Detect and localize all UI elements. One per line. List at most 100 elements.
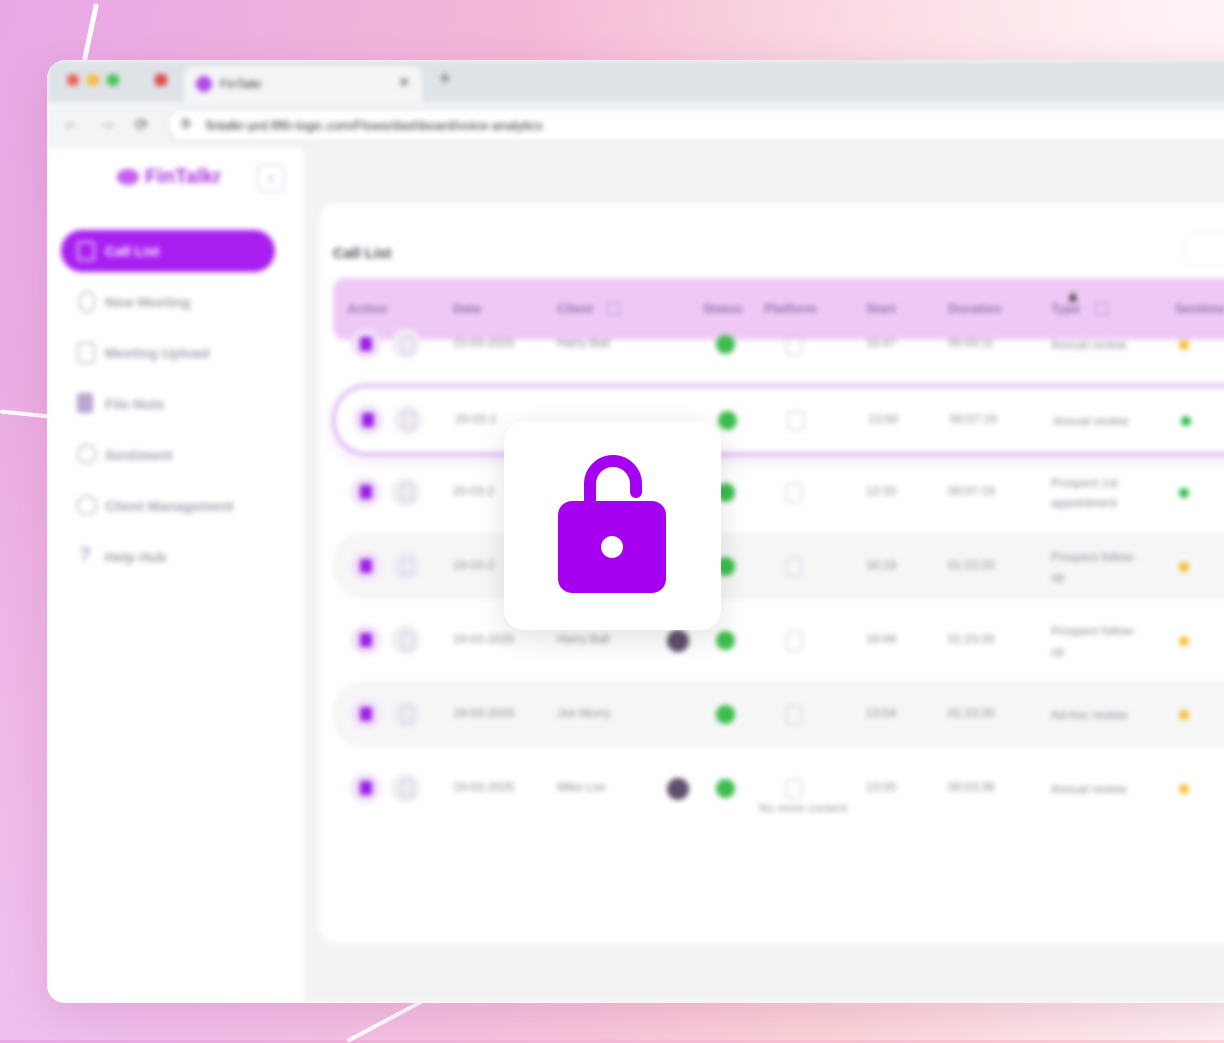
delete-button[interactable]	[391, 699, 421, 729]
file-note-button[interactable]	[351, 773, 381, 803]
sidebar-item-label: Sentiment	[105, 447, 173, 463]
search-input[interactable]	[1185, 233, 1224, 267]
cell-client[interactable]: Joe Murry	[557, 706, 610, 720]
url-text: fintalkr-prd.fifth-logic.com/Flows/dashb…	[206, 118, 543, 133]
cell-duration: 00:07:19	[948, 484, 995, 498]
file-note-button[interactable]	[351, 699, 381, 729]
delete-button[interactable]	[391, 625, 421, 655]
table-row[interactable]: 20-03-2 13:50 00:07:19 Annual review	[333, 385, 1224, 455]
cell-type: Prospect 1st appointment	[1051, 476, 1118, 510]
sidebar-item-label: File Note	[105, 396, 165, 412]
platform-icon	[786, 631, 802, 651]
cell-client[interactable]: Harry Ball	[557, 336, 610, 350]
sentiment-indicator	[1181, 416, 1191, 426]
sidebar-item-client-management[interactable]: Client Management	[61, 485, 275, 527]
table-row[interactable]: 19-03-2025 Harry Ball 16:09 01:23:20 Prospec…	[333, 607, 1224, 673]
call-list-card: Call List Action Date Client Status Plat…	[319, 203, 1224, 943]
delete-button[interactable]	[393, 405, 423, 435]
sidebar: FinTalkr ‹ Call List New Meeting Meeting…	[47, 148, 302, 1003]
sentiment-indicator	[1179, 340, 1189, 350]
fintalkr-favicon-icon	[196, 76, 212, 92]
sentiment-indicator	[1179, 710, 1189, 720]
cell-start: 13:50	[868, 412, 899, 426]
cell-duration: 01:23:20	[948, 632, 995, 646]
close-tab-icon[interactable]: ✕	[398, 74, 410, 91]
cell-date: 20-03-2	[455, 412, 497, 426]
file-note-icon	[360, 707, 372, 721]
cell-type: Prospect follow-up	[1051, 624, 1137, 658]
delete-button[interactable]	[391, 329, 421, 359]
file-note-button[interactable]	[351, 551, 381, 581]
sidebar-item-call-list[interactable]: Call List	[61, 230, 275, 272]
no-more-content-label: No more content	[758, 801, 848, 815]
cell-duration: 00:03:36	[948, 780, 995, 794]
trash-icon	[401, 484, 413, 501]
maximize-window-button[interactable]	[107, 74, 119, 86]
cell-duration: 01:23:20	[948, 558, 995, 572]
cell-date: 19-03-2025	[453, 632, 515, 646]
cell-date: 23-03-2025	[453, 336, 515, 350]
file-note-button[interactable]	[351, 625, 381, 655]
sidebar-item-label: Help Hub	[105, 549, 167, 565]
collapse-sidebar-button[interactable]: ‹	[257, 164, 285, 192]
sentiment-icon	[77, 444, 97, 464]
file-note-button[interactable]	[351, 329, 381, 359]
main-content: Call List Action Date Client Status Plat…	[305, 148, 1224, 1003]
pinned-tab-icon[interactable]	[155, 74, 167, 86]
trash-icon	[401, 558, 413, 575]
cell-start: 12:33	[866, 484, 897, 498]
platform-icon	[786, 557, 802, 577]
table-row[interactable]: 19-03-2 16:19 01:23:20 Prospect follow-up	[333, 533, 1224, 599]
delete-button[interactable]	[391, 477, 421, 507]
status-indicator	[716, 779, 735, 798]
platform-icon	[788, 411, 804, 431]
browser-tab-bar: FinTalkr ✕ +	[47, 60, 1224, 102]
back-icon[interactable]: ←	[63, 115, 79, 133]
cell-duration: 01:23:20	[948, 706, 995, 720]
minimize-window-button[interactable]	[87, 74, 99, 86]
delete-button[interactable]	[391, 773, 421, 803]
close-window-button[interactable]	[67, 74, 79, 86]
table-row[interactable]: 19-03-2025 Joe Murry 13:54 01:23:20 Ad-hoc r…	[333, 681, 1224, 747]
cell-client[interactable]: Mike Lee	[557, 780, 606, 794]
logo-icon	[117, 169, 139, 185]
site-info-icon[interactable]: ⚙	[180, 116, 192, 132]
logo-text: FinTalkr	[145, 166, 222, 188]
browser-tab[interactable]: FinTalkr ✕	[184, 66, 422, 102]
status-indicator	[716, 705, 735, 724]
document-upload-icon	[77, 342, 95, 364]
status-indicator	[716, 631, 735, 650]
file-note-button[interactable]	[351, 477, 381, 507]
trash-icon	[401, 632, 413, 649]
sidebar-item-new-meeting[interactable]: New Meeting	[61, 281, 275, 323]
sentiment-indicator	[1179, 784, 1189, 794]
trash-icon	[401, 706, 413, 723]
sidebar-item-label: New Meeting	[105, 294, 191, 310]
platform-icon	[786, 483, 802, 503]
table-row[interactable]: 20-03-2 12:33 00:07:19 Prospect 1st appoint…	[333, 459, 1224, 525]
delete-button[interactable]	[391, 551, 421, 581]
table-row[interactable]: 23-03-2025 Harry Ball 15:47 00:00:11 Annual …	[333, 311, 1224, 377]
cell-type: Ad-hoc review	[1051, 708, 1128, 722]
cell-duration: 00:07:19	[950, 412, 997, 426]
sentiment-indicator	[1179, 488, 1189, 498]
cell-start: 16:09	[866, 632, 897, 646]
avatar	[667, 630, 689, 652]
sidebar-item-file-note[interactable]: File Note	[61, 383, 275, 425]
reload-icon[interactable]: ⟳	[135, 115, 148, 135]
forward-icon[interactable]: →	[99, 115, 115, 133]
url-field[interactable]: ⚙ fintalkr-prd.fifth-logic.com/Flows/das…	[167, 108, 1224, 142]
sidebar-item-sentiment[interactable]: Sentiment	[61, 434, 275, 476]
trash-icon	[401, 336, 413, 353]
cell-type: Annual review	[1051, 338, 1127, 352]
cell-client[interactable]: Harry Ball	[557, 632, 610, 646]
app-logo[interactable]: FinTalkr	[117, 166, 221, 189]
sentiment-indicator	[1179, 636, 1189, 646]
avatar	[667, 778, 689, 800]
file-note-button[interactable]	[353, 405, 383, 435]
file-note-icon	[360, 633, 372, 647]
new-tab-icon[interactable]: +	[439, 68, 451, 91]
cell-start: 15:47	[866, 336, 897, 350]
sidebar-item-meeting-upload[interactable]: Meeting Upload	[61, 332, 275, 374]
sidebar-item-help-hub[interactable]: ? Help Hub	[61, 536, 275, 578]
